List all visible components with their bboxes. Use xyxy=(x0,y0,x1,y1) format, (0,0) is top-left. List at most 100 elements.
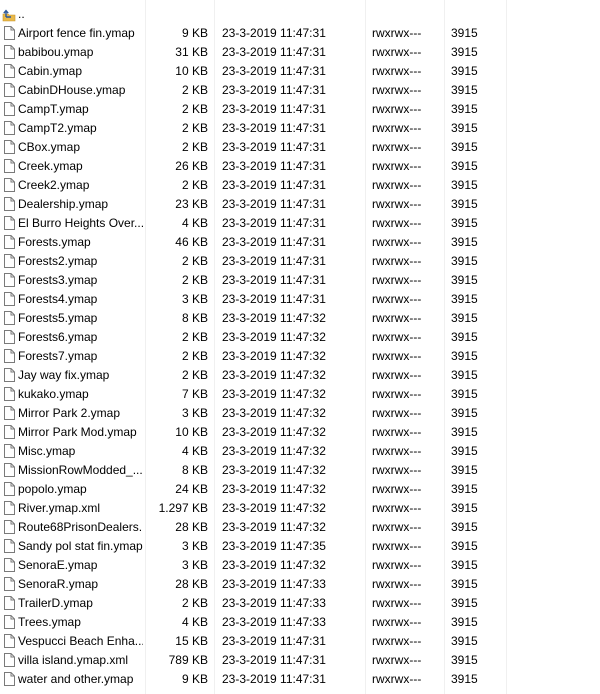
file-list: .. Airport fence fin.ymap 9 KB 23-3-2019 1… xyxy=(0,0,507,694)
file-icon xyxy=(2,100,16,119)
file-modified: 23-3-2019 11:47:32 xyxy=(222,501,326,515)
file-size: 31 KB xyxy=(175,45,208,59)
file-row[interactable]: River.ymap.xml 1.297 KB 23-3-2019 11:47:32… xyxy=(0,499,507,518)
file-name: River.ymap.xml xyxy=(18,501,101,515)
file-row[interactable]: Jay way fix.ymap 2 KB 23-3-2019 11:47:32 rw… xyxy=(0,366,507,385)
file-row[interactable]: Forests3.ymap 2 KB 23-3-2019 11:47:31 rwxrw… xyxy=(0,271,507,290)
file-size: 8 KB xyxy=(181,463,208,477)
file-row[interactable]: Creek.ymap 26 KB 23-3-2019 11:47:31 rwxrwx-… xyxy=(0,157,507,176)
file-row[interactable]: Vespucci Beach Enha... 15 KB 23-3-2019 11:… xyxy=(0,632,507,651)
file-permissions: rwxrwx--- xyxy=(372,216,422,230)
file-owner: 3915 xyxy=(451,102,478,116)
parent-directory-row[interactable]: .. xyxy=(0,5,507,24)
file-row[interactable]: water and other.ymap 9 KB 23-3-2019 11:47:… xyxy=(0,670,507,689)
file-name: villa island.ymap.xml xyxy=(18,653,129,667)
file-row[interactable]: Route68PrisonDealers... 28 KB 23-3-2019 11… xyxy=(0,518,507,537)
file-row[interactable]: CampT2.ymap 2 KB 23-3-2019 11:47:31 rwxrwx-… xyxy=(0,119,507,138)
file-permissions: rwxrwx--- xyxy=(372,615,422,629)
file-row[interactable]: SenoraR.ymap 28 KB 23-3-2019 11:47:33 rwxrw… xyxy=(0,575,507,594)
file-row[interactable]: babibou.ymap 31 KB 23-3-2019 11:47:31 rwxrw… xyxy=(0,43,507,62)
file-icon xyxy=(2,62,16,81)
file-row[interactable]: SenoraE.ymap 3 KB 23-3-2019 11:47:32 rwxrwx… xyxy=(0,556,507,575)
file-row[interactable]: Forests5.ymap 8 KB 23-3-2019 11:47:32 rwxrw… xyxy=(0,309,507,328)
file-modified: 23-3-2019 11:47:31 xyxy=(222,45,326,59)
file-owner: 3915 xyxy=(451,615,478,629)
file-name: Forests.ymap xyxy=(18,235,91,249)
file-size: 2 KB xyxy=(181,102,208,116)
file-row[interactable]: CabinDHouse.ymap 2 KB 23-3-2019 11:47:31 rw… xyxy=(0,81,507,100)
file-name: SenoraR.ymap xyxy=(18,577,99,591)
file-size: 2 KB xyxy=(181,273,208,287)
file-owner: 3915 xyxy=(451,254,478,268)
file-size: 2 KB xyxy=(181,330,208,344)
file-icon xyxy=(2,271,16,290)
file-row[interactable]: Cabin.ymap 10 KB 23-3-2019 11:47:31 rwxrwx-… xyxy=(0,62,507,81)
file-owner: 3915 xyxy=(451,634,478,648)
file-owner: 3915 xyxy=(451,349,478,363)
file-permissions: rwxrwx--- xyxy=(372,254,422,268)
file-permissions: rwxrwx--- xyxy=(372,634,422,648)
file-modified: 23-3-2019 11:47:32 xyxy=(222,387,326,401)
file-row[interactable]: Dealership.ymap 23 KB 23-3-2019 11:47:31 rw… xyxy=(0,195,507,214)
file-icon xyxy=(2,442,16,461)
file-row[interactable]: Forests7.ymap 2 KB 23-3-2019 11:47:32 rwxrw… xyxy=(0,347,507,366)
file-name: Creek2.ymap xyxy=(18,178,90,192)
file-size: 2 KB xyxy=(181,596,208,610)
file-icon xyxy=(2,651,16,670)
file-modified: 23-3-2019 11:47:32 xyxy=(222,558,326,572)
file-row[interactable]: Misc.ymap 4 KB 23-3-2019 11:47:32 rwxrwx---… xyxy=(0,442,507,461)
file-row[interactable]: villa island.ymap.xml 789 KB 23-3-2019 11:… xyxy=(0,651,507,670)
file-name: Forests5.ymap xyxy=(18,311,98,325)
file-size: 28 KB xyxy=(175,520,208,534)
file-permissions: rwxrwx--- xyxy=(372,102,422,116)
file-name: Trees.ymap xyxy=(18,615,81,629)
file-icon xyxy=(2,252,16,271)
file-row[interactable]: Sandy pol stat fin.ymap 3 KB 23-3-2019 11:… xyxy=(0,537,507,556)
file-icon xyxy=(2,518,16,537)
file-name: CBox.ymap xyxy=(18,140,81,154)
file-modified: 23-3-2019 11:47:32 xyxy=(222,482,326,496)
file-row[interactable]: CBox.ymap 2 KB 23-3-2019 11:47:31 rwxrwx---… xyxy=(0,138,507,157)
file-size: 1.297 KB xyxy=(158,501,208,515)
file-icon xyxy=(2,461,16,480)
file-row[interactable]: MissionRowModded_... 8 KB 23-3-2019 11:47:… xyxy=(0,461,507,480)
file-row[interactable]: TrailerD.ymap 2 KB 23-3-2019 11:47:33 rwxrw… xyxy=(0,594,507,613)
file-row[interactable]: Trees.ymap 4 KB 23-3-2019 11:47:33 rwxrwx--… xyxy=(0,613,507,632)
file-permissions: rwxrwx--- xyxy=(372,577,422,591)
file-row[interactable]: Forests.ymap 46 KB 23-3-2019 11:47:31 rwxrw… xyxy=(0,233,507,252)
file-row[interactable]: Mirror Park 2.ymap 3 KB 23-3-2019 11:47:32… xyxy=(0,404,507,423)
file-name: CampT2.ymap xyxy=(18,121,97,135)
file-modified: 23-3-2019 11:47:32 xyxy=(222,520,326,534)
file-owner: 3915 xyxy=(451,463,478,477)
file-icon xyxy=(2,575,16,594)
file-modified: 23-3-2019 11:47:33 xyxy=(222,577,326,591)
file-row[interactable]: Forests2.ymap 2 KB 23-3-2019 11:47:31 rwxrw… xyxy=(0,252,507,271)
file-row[interactable]: Mirror Park Mod.ymap 10 KB 23-3-2019 11:47… xyxy=(0,423,507,442)
file-row[interactable]: Forests4.ymap 3 KB 23-3-2019 11:47:31 rwxrw… xyxy=(0,290,507,309)
file-owner: 3915 xyxy=(451,330,478,344)
file-row[interactable]: kukako.ymap 7 KB 23-3-2019 11:47:32 rwxrwx-… xyxy=(0,385,507,404)
file-modified: 23-3-2019 11:47:31 xyxy=(222,140,326,154)
file-size: 4 KB xyxy=(181,216,208,230)
file-row[interactable]: popolo.ymap 24 KB 23-3-2019 11:47:32 rwxrwx… xyxy=(0,480,507,499)
file-name: Mirror Park 2.ymap xyxy=(18,406,121,420)
file-row[interactable]: Creek2.ymap 2 KB 23-3-2019 11:47:31 rwxrwx-… xyxy=(0,176,507,195)
file-row[interactable]: CampT.ymap 2 KB 23-3-2019 11:47:31 rwxrwx--… xyxy=(0,100,507,119)
file-permissions: rwxrwx--- xyxy=(372,121,422,135)
file-modified: 23-3-2019 11:47:31 xyxy=(222,216,326,230)
file-owner: 3915 xyxy=(451,159,478,173)
file-row[interactable]: El Burro Heights Over... 4 KB 23-3-2019 11… xyxy=(0,214,507,233)
file-size: 46 KB xyxy=(175,235,208,249)
file-owner: 3915 xyxy=(451,26,478,40)
file-modified: 23-3-2019 11:47:31 xyxy=(222,672,326,686)
file-icon xyxy=(2,157,16,176)
file-modified: 23-3-2019 11:47:31 xyxy=(222,235,326,249)
file-row[interactable]: Airport fence fin.ymap 9 KB 23-3-2019 11:4… xyxy=(0,24,507,43)
file-modified: 23-3-2019 11:47:31 xyxy=(222,254,326,268)
file-icon xyxy=(2,385,16,404)
file-icon xyxy=(2,195,16,214)
file-row[interactable]: Forests6.ymap 2 KB 23-3-2019 11:47:32 rwxrw… xyxy=(0,328,507,347)
file-name: SenoraE.ymap xyxy=(18,558,98,572)
file-name: Forests4.ymap xyxy=(18,292,98,306)
file-modified: 23-3-2019 11:47:31 xyxy=(222,178,326,192)
